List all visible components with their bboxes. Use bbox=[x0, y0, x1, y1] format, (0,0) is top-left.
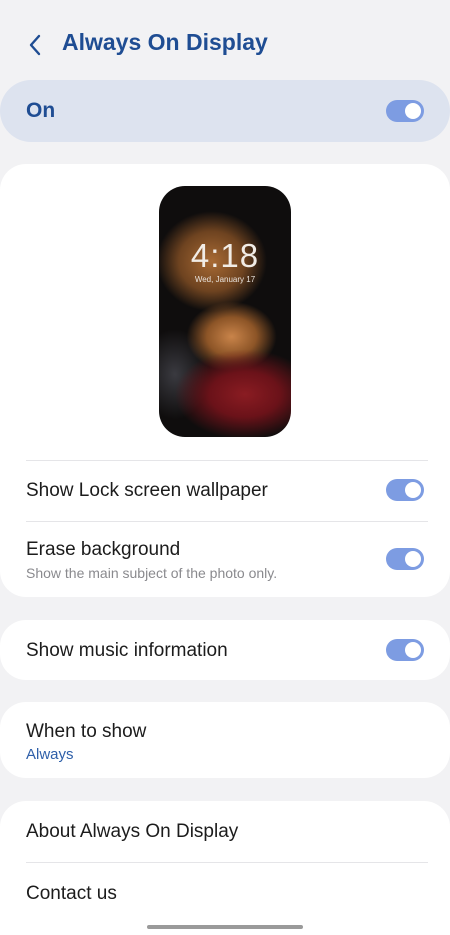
master-toggle[interactable] bbox=[386, 100, 424, 122]
toggle-knob bbox=[405, 482, 421, 498]
toggle-knob bbox=[405, 551, 421, 567]
erase-background-subtitle: Show the main subject of the photo only. bbox=[26, 565, 278, 581]
divider bbox=[26, 521, 428, 522]
aod-preview[interactable]: 4:18 Wed, January 17 bbox=[159, 186, 291, 437]
wallpaper-toggle[interactable] bbox=[386, 479, 424, 501]
app-header: Always On Display bbox=[0, 0, 450, 80]
preview-date: Wed, January 17 bbox=[194, 275, 256, 284]
display-settings-card: 4:18 Wed, January 17 Show Lock screen wa… bbox=[0, 164, 450, 597]
about-link[interactable]: About Always On Display bbox=[26, 821, 238, 843]
info-card: About Always On Display Contact us bbox=[0, 801, 450, 935]
music-toggle[interactable] bbox=[386, 639, 424, 661]
music-setting-card[interactable]: Show music information bbox=[0, 620, 450, 680]
preview-clock: 4:18 bbox=[190, 237, 260, 274]
divider bbox=[26, 460, 428, 461]
divider bbox=[26, 862, 428, 863]
when-to-show-value: Always bbox=[26, 746, 74, 763]
wallpaper-setting-label: Show Lock screen wallpaper bbox=[26, 480, 268, 501]
erase-background-toggle[interactable] bbox=[386, 548, 424, 570]
master-switch-bar[interactable]: On bbox=[0, 80, 450, 142]
toggle-knob bbox=[405, 642, 421, 658]
when-to-show-card[interactable]: When to show Always bbox=[0, 702, 450, 778]
page-title: Always On Display bbox=[62, 29, 268, 55]
master-switch-label: On bbox=[26, 99, 56, 122]
when-to-show-label: When to show bbox=[26, 721, 147, 742]
chevron-left-icon bbox=[29, 34, 41, 56]
back-button[interactable] bbox=[20, 30, 50, 60]
music-setting-label: Show music information bbox=[26, 640, 228, 661]
contact-link[interactable]: Contact us bbox=[26, 883, 117, 905]
erase-background-label: Erase background bbox=[26, 539, 181, 560]
toggle-knob bbox=[405, 103, 421, 119]
home-indicator[interactable] bbox=[147, 925, 303, 929]
